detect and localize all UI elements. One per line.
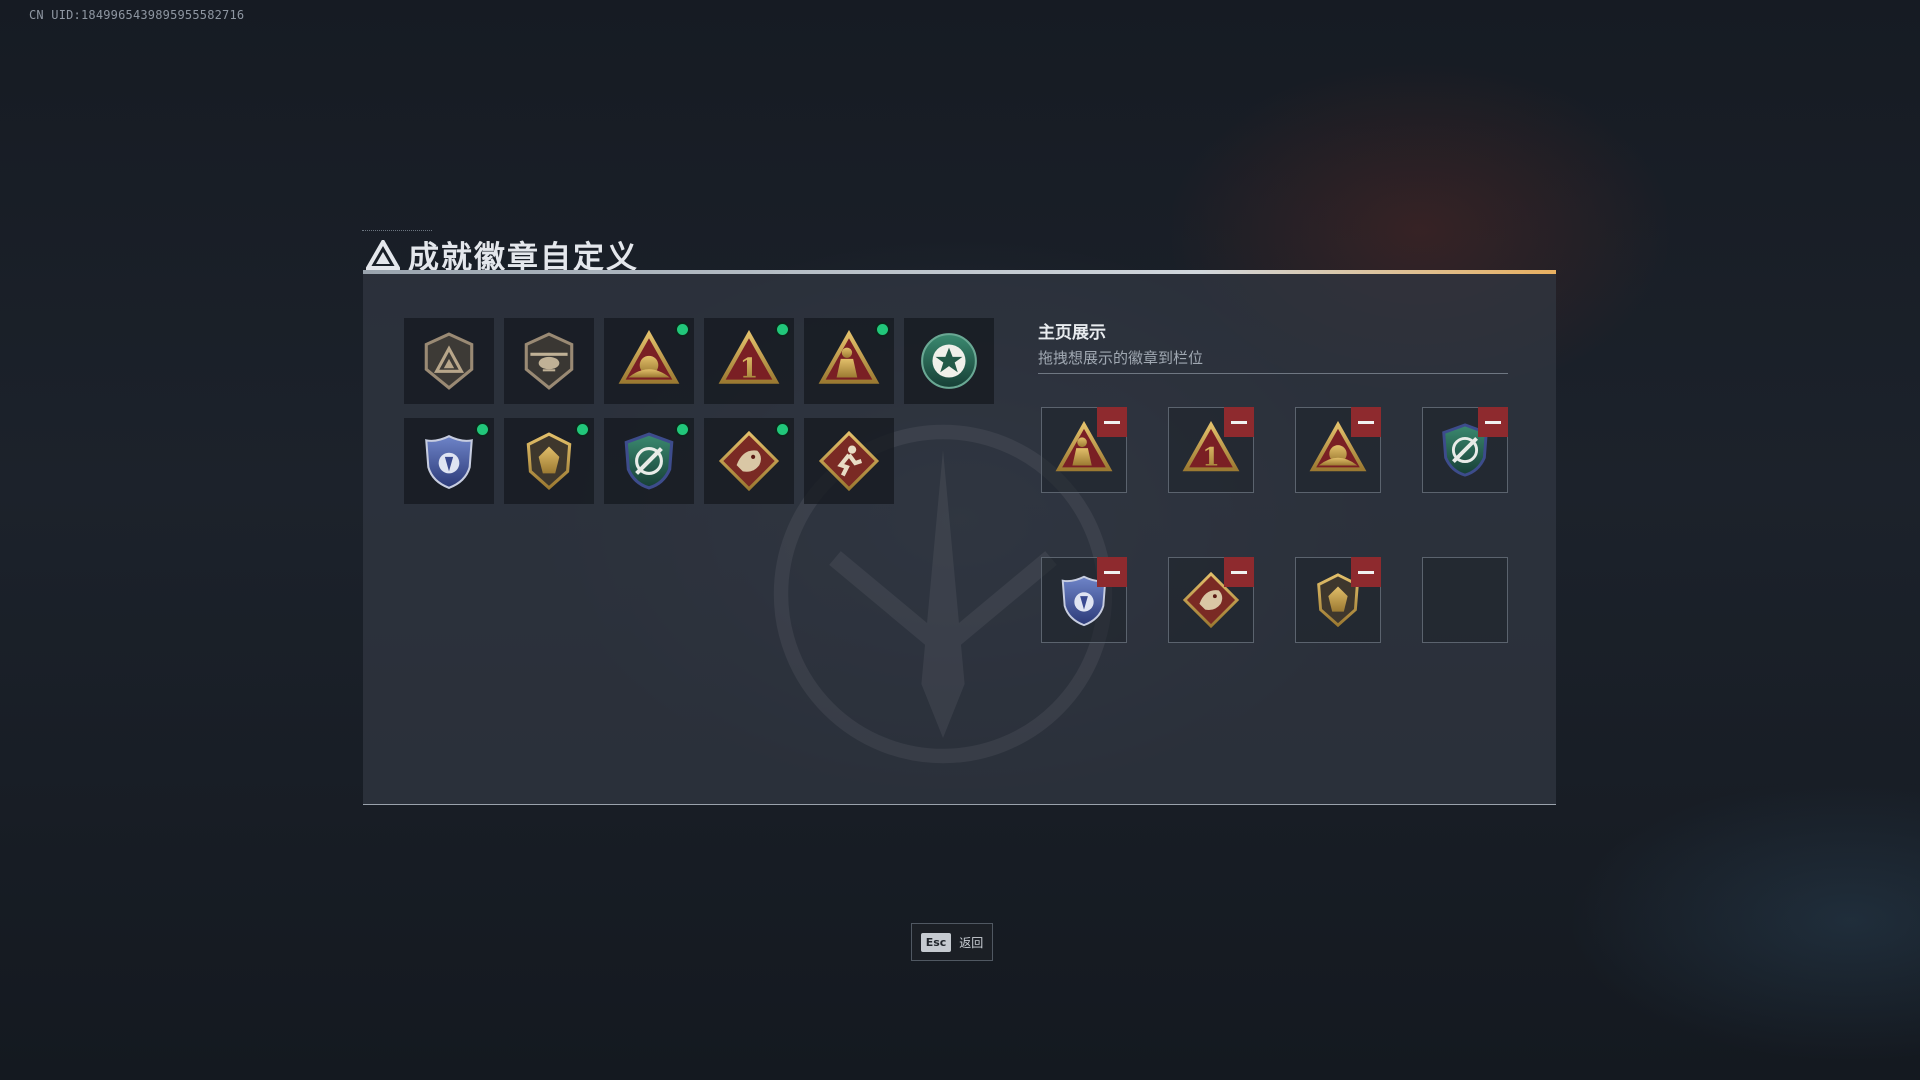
figure-triangle-badge-icon	[818, 330, 880, 392]
remove-badge-button[interactable]	[1097, 407, 1127, 437]
back-button[interactable]: Esc 返回	[911, 923, 993, 961]
new-indicator-dot	[777, 324, 788, 335]
showcase-header: 主页展示 拖拽想展示的徽章到栏位	[1038, 318, 1203, 368]
minus-icon	[1231, 420, 1247, 424]
showcase-slot-2[interactable]	[1168, 407, 1254, 493]
showcase-divider	[1038, 373, 1508, 374]
remove-badge-button[interactable]	[1351, 407, 1381, 437]
showcase-slot-3[interactable]	[1295, 407, 1381, 493]
new-indicator-dot	[677, 324, 688, 335]
showcase-slot-5[interactable]	[1041, 557, 1127, 643]
mountain-sunrise-badge-icon	[618, 330, 680, 392]
showcase-slot-1[interactable]	[1041, 407, 1127, 493]
showcase-subtitle: 拖拽想展示的徽章到栏位	[1038, 349, 1204, 367]
delta-logo-icon	[366, 239, 400, 270]
esc-key-hint: Esc	[920, 932, 952, 952]
user-uid: CN UID:1849965439895955582716	[29, 8, 245, 22]
showcase-slot-6[interactable]	[1168, 557, 1254, 643]
dragon-diamond-badge-icon	[718, 430, 780, 492]
showcase-slot-7[interactable]	[1295, 557, 1381, 643]
badge-slot[interactable]	[804, 318, 894, 404]
bronze-crest-badge-icon	[518, 430, 580, 492]
badge-slot[interactable]	[704, 318, 794, 404]
number-one-triangle-badge-icon	[718, 330, 780, 392]
new-indicator-dot	[477, 424, 488, 435]
badge-slot[interactable]	[604, 418, 694, 504]
minus-icon	[1231, 570, 1247, 574]
showcase-title: 主页展示	[1038, 323, 1106, 343]
back-label: 返回	[959, 935, 984, 950]
minus-icon	[1104, 420, 1120, 424]
remove-badge-button[interactable]	[1351, 557, 1381, 587]
green-wrench-shield-icon	[618, 430, 680, 492]
showcase-slot-8-empty[interactable]	[1422, 557, 1508, 643]
helicopter-shield-badge-icon	[518, 330, 580, 392]
minus-icon	[1358, 570, 1374, 574]
showcase-slot-4[interactable]	[1422, 407, 1508, 493]
minus-icon	[1485, 420, 1501, 424]
new-indicator-dot	[777, 424, 788, 435]
remove-badge-button[interactable]	[1478, 407, 1508, 437]
remove-badge-button[interactable]	[1224, 407, 1254, 437]
new-indicator-dot	[677, 424, 688, 435]
new-indicator-dot	[577, 424, 588, 435]
new-indicator-dot	[877, 324, 888, 335]
minus-icon	[1104, 570, 1120, 574]
badge-slot[interactable]	[704, 418, 794, 504]
badge-slot[interactable]	[404, 318, 494, 404]
remove-badge-button[interactable]	[1224, 557, 1254, 587]
remove-badge-button[interactable]	[1097, 557, 1127, 587]
green-star-medal-icon	[918, 330, 980, 392]
blue-police-shield-icon	[418, 430, 480, 492]
minus-icon	[1358, 420, 1374, 424]
badge-slot[interactable]	[504, 318, 594, 404]
badge-slot[interactable]	[404, 418, 494, 504]
badge-slot[interactable]	[504, 418, 594, 504]
badge-slot[interactable]	[604, 318, 694, 404]
triangle-shield-badge-icon	[418, 330, 480, 392]
runner-diamond-badge-icon	[818, 430, 880, 492]
badge-slot[interactable]	[804, 418, 894, 504]
badge-slot[interactable]	[904, 318, 994, 404]
